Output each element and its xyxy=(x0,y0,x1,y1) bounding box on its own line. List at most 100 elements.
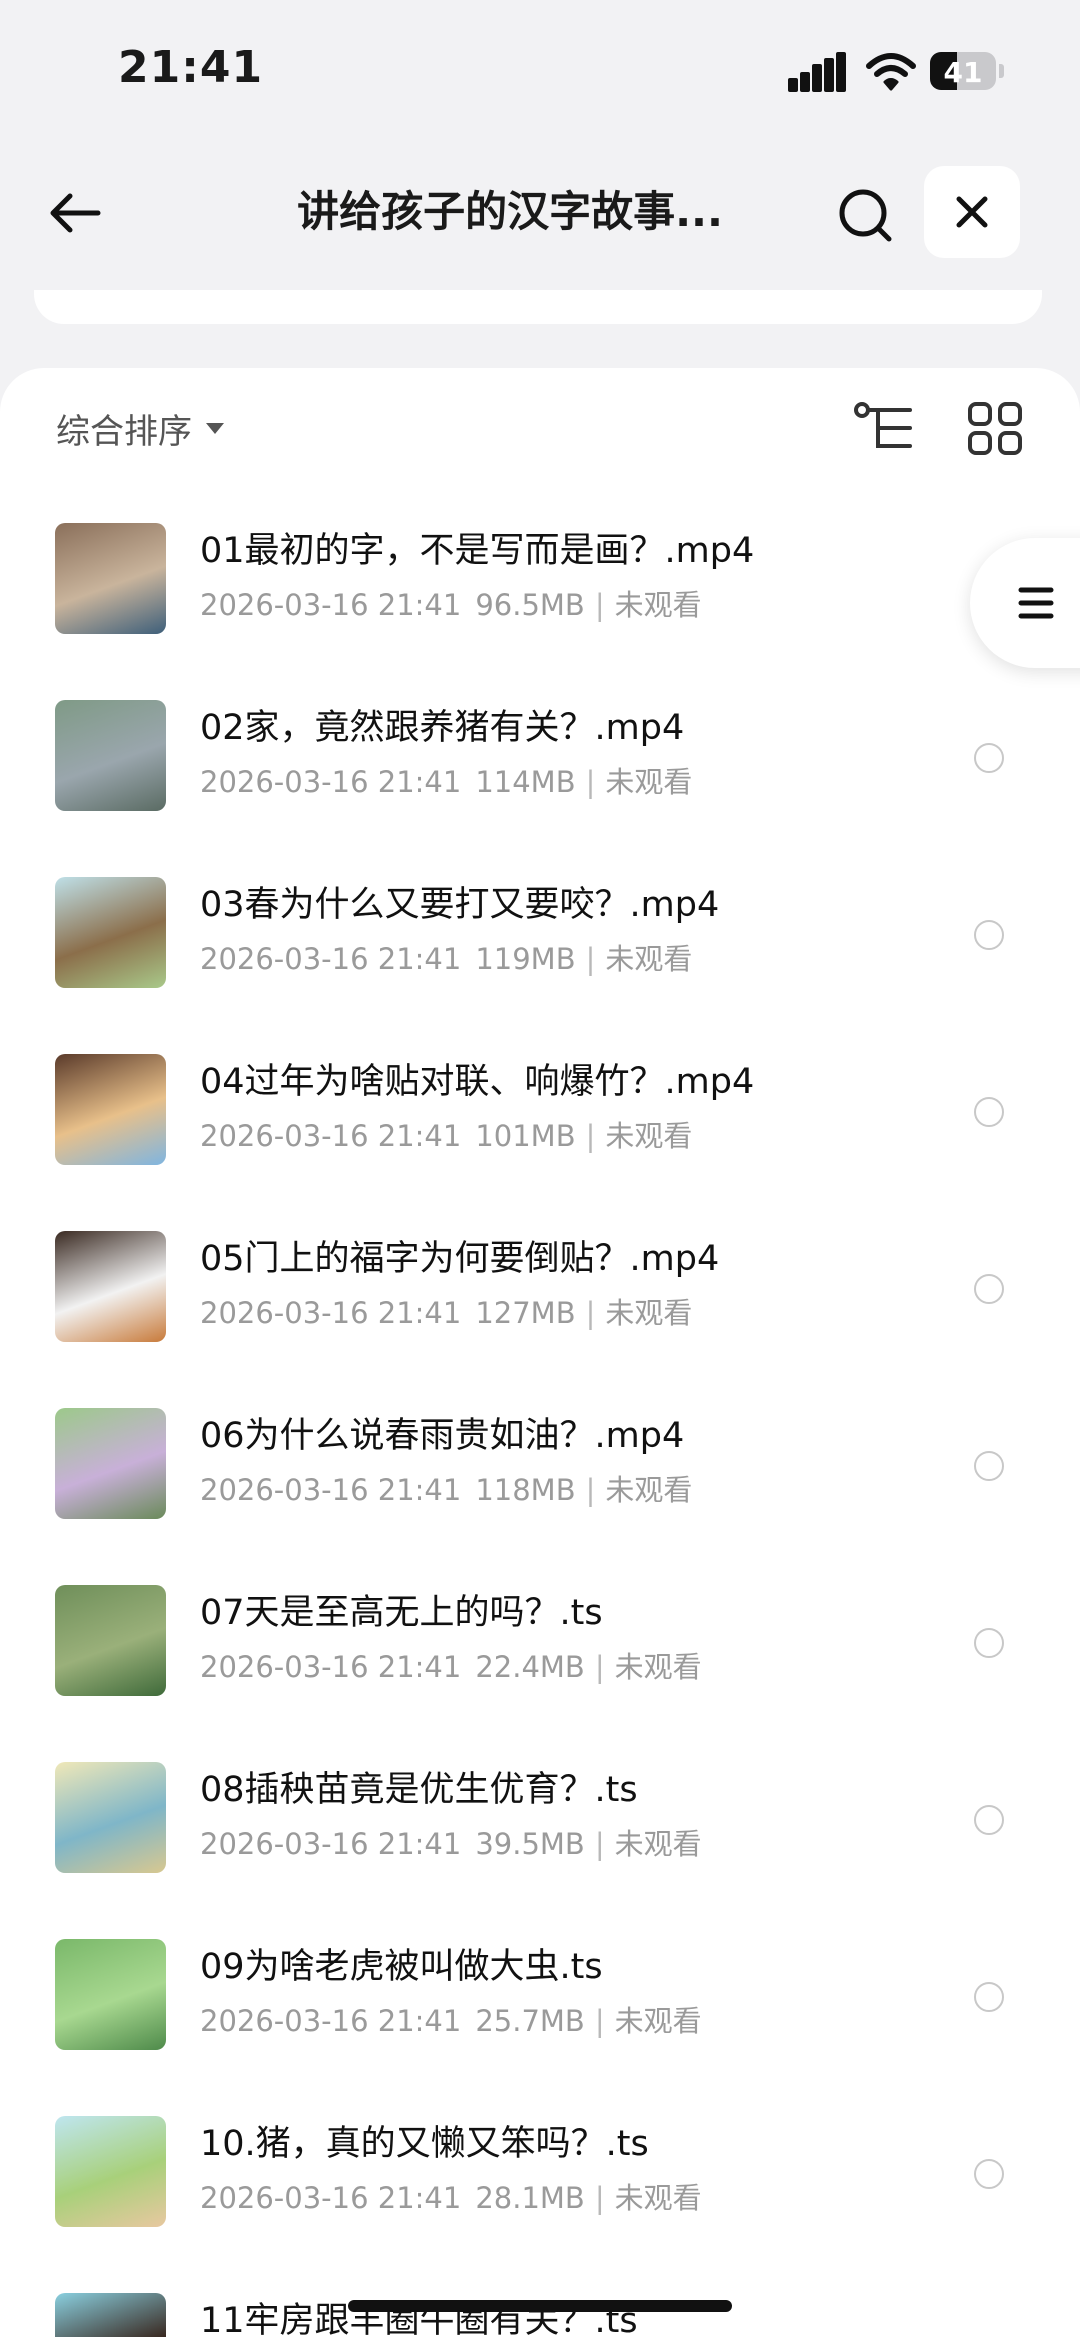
file-list-item[interactable]: 01最初的字，不是写而是画？.mp4 2026-03-16 21:41 96.5MB… xyxy=(0,500,1080,677)
file-list-item[interactable]: 02家，竟然跟养猪有关？.mp4 2026-03-16 21:41 114MB | 未观… xyxy=(0,677,1080,854)
wifi-icon xyxy=(866,52,916,92)
search-button[interactable] xyxy=(828,178,902,252)
file-list-item[interactable]: 08插秧苗竟是优生优育？.ts 2026-03-16 21:41 39.5MB | 未观… xyxy=(0,1739,1080,1916)
file-name: 03春为什么又要打又要咬？.mp4 xyxy=(200,885,720,925)
file-size: 96.5MB xyxy=(475,588,585,622)
video-thumbnail xyxy=(55,1762,166,1873)
file-name: 04过年为啥贴对联、响爆竹？.mp4 xyxy=(200,1062,755,1102)
meta-separator: | xyxy=(594,2181,605,2215)
close-icon xyxy=(956,196,988,228)
file-date: 2026-03-16 21:41 xyxy=(200,1473,462,1507)
search-icon xyxy=(839,189,892,242)
file-size: 114MB xyxy=(475,765,576,799)
file-name: 09为啥老虎被叫做大虫.ts xyxy=(200,1947,603,1987)
file-list-item[interactable]: 03春为什么又要打又要咬？.mp4 2026-03-16 21:41 119MB | 未… xyxy=(0,854,1080,1031)
file-name: 06为什么说春雨贵如油？.mp4 xyxy=(200,1416,685,1456)
meta-separator: | xyxy=(585,765,596,799)
battery-icon: 41 xyxy=(930,52,996,90)
select-radio[interactable] xyxy=(974,2159,1004,2189)
file-meta: 2026-03-16 21:41 25.7MB | 未观看 xyxy=(200,2000,702,2042)
meta-separator: | xyxy=(594,2004,605,2038)
collapsed-card-edge xyxy=(34,290,1042,324)
file-meta: 2026-03-16 21:41 127MB | 未观看 xyxy=(200,1292,692,1334)
file-list-item[interactable]: 07天是至高无上的吗？.ts 2026-03-16 21:41 22.4MB | 未观看 xyxy=(0,1562,1080,1739)
meta-separator: | xyxy=(594,588,605,622)
file-list: 01最初的字，不是写而是画？.mp4 2026-03-16 21:41 96.5MB… xyxy=(0,500,1080,2337)
file-list-item[interactable]: 09为啥老虎被叫做大虫.ts 2026-03-16 21:41 25.7MB | 未观看 xyxy=(0,1916,1080,2093)
file-meta: 2026-03-16 21:41 96.5MB | 未观看 xyxy=(200,584,702,626)
file-date: 2026-03-16 21:41 xyxy=(200,1827,462,1861)
file-name: 02家，竟然跟养猪有关？.mp4 xyxy=(200,708,685,748)
meta-separator: | xyxy=(594,1827,605,1861)
file-size: 39.5MB xyxy=(475,1827,585,1861)
file-meta: 2026-03-16 21:41 101MB | 未观看 xyxy=(200,1115,692,1157)
file-name: 05门上的福字为何要倒贴？.mp4 xyxy=(200,1239,720,1279)
caret-down-icon xyxy=(206,422,224,434)
watch-status: 未观看 xyxy=(605,765,693,799)
file-size: 118MB xyxy=(475,1473,576,1507)
video-thumbnail xyxy=(55,1939,166,2050)
file-date: 2026-03-16 21:41 xyxy=(200,942,462,976)
watch-status: 未观看 xyxy=(614,1650,702,1684)
watch-status: 未观看 xyxy=(605,1296,693,1330)
select-radio[interactable] xyxy=(974,1451,1004,1481)
video-thumbnail xyxy=(55,700,166,811)
file-date: 2026-03-16 21:41 xyxy=(200,588,462,622)
status-bar: 21:41 41 xyxy=(0,0,1080,140)
select-radio[interactable] xyxy=(974,1805,1004,1835)
file-name: 10.猪，真的又懒又笨吗？.ts xyxy=(200,2124,649,2164)
video-thumbnail xyxy=(55,877,166,988)
grid-view-button[interactable] xyxy=(966,400,1026,458)
file-size: 127MB xyxy=(475,1296,576,1330)
file-meta: 2026-03-16 21:41 28.1MB | 未观看 xyxy=(200,2177,702,2219)
back-arrow-icon xyxy=(50,193,101,233)
status-time: 21:41 xyxy=(118,42,264,93)
select-radio[interactable] xyxy=(974,1982,1004,2012)
cellular-signal-icon xyxy=(788,52,846,92)
file-list-item[interactable]: 04过年为啥贴对联、响爆竹？.mp4 2026-03-16 21:41 101MB |… xyxy=(0,1031,1080,1208)
file-list-item[interactable]: 05门上的福字为何要倒贴？.mp4 2026-03-16 21:41 127MB | 未… xyxy=(0,1208,1080,1385)
file-list-item[interactable]: 10.猪，真的又懒又笨吗？.ts 2026-03-16 21:41 28.1MB | 未… xyxy=(0,2093,1080,2270)
watch-status: 未观看 xyxy=(605,1473,693,1507)
file-meta: 2026-03-16 21:41 114MB | 未观看 xyxy=(200,761,692,803)
video-thumbnail xyxy=(55,1408,166,1519)
file-meta: 2026-03-16 21:41 39.5MB | 未观看 xyxy=(200,1823,702,1865)
file-date: 2026-03-16 21:41 xyxy=(200,2181,462,2215)
select-radio[interactable] xyxy=(974,743,1004,773)
meta-separator: | xyxy=(585,942,596,976)
file-size: 101MB xyxy=(475,1119,576,1153)
menu-lines-icon xyxy=(1018,587,1054,619)
close-button[interactable] xyxy=(924,166,1020,258)
select-radio[interactable] xyxy=(974,1097,1004,1127)
meta-separator: | xyxy=(585,1473,596,1507)
tree-view-button[interactable] xyxy=(854,400,916,458)
sort-dropdown[interactable]: 综合排序 xyxy=(56,400,224,456)
file-meta: 2026-03-16 21:41 119MB | 未观看 xyxy=(200,938,692,980)
select-radio[interactable] xyxy=(974,1628,1004,1658)
back-button[interactable] xyxy=(40,178,110,248)
watch-status: 未观看 xyxy=(614,2181,702,2215)
file-date: 2026-03-16 21:41 xyxy=(200,1650,462,1684)
file-date: 2026-03-16 21:41 xyxy=(200,1296,462,1330)
file-name: 07天是至高无上的吗？.ts xyxy=(200,1593,603,1633)
select-radio[interactable] xyxy=(974,920,1004,950)
watch-status: 未观看 xyxy=(605,942,693,976)
video-thumbnail xyxy=(55,523,166,634)
sort-label: 综合排序 xyxy=(56,411,192,452)
grid-view-icon xyxy=(968,402,1022,455)
file-date: 2026-03-16 21:41 xyxy=(200,2004,462,2038)
file-size: 119MB xyxy=(475,942,576,976)
video-thumbnail xyxy=(55,1585,166,1696)
meta-separator: | xyxy=(585,1119,596,1153)
home-indicator[interactable] xyxy=(348,2300,732,2312)
select-radio[interactable] xyxy=(974,1274,1004,1304)
file-size: 22.4MB xyxy=(475,1650,585,1684)
file-name: 08插秧苗竟是优生优育？.ts xyxy=(200,1770,638,1810)
file-list-item[interactable]: 06为什么说春雨贵如油？.mp4 2026-03-16 21:41 118MB | 未观… xyxy=(0,1385,1080,1562)
page-title: 讲给孩子的汉字故事... xyxy=(297,187,723,236)
meta-separator: | xyxy=(594,1650,605,1684)
file-name: 01最初的字，不是写而是画？.mp4 xyxy=(200,531,755,571)
file-meta: 2026-03-16 21:41 118MB | 未观看 xyxy=(200,1469,692,1511)
tree-view-icon xyxy=(854,402,912,448)
watch-status: 未观看 xyxy=(614,2004,702,2038)
